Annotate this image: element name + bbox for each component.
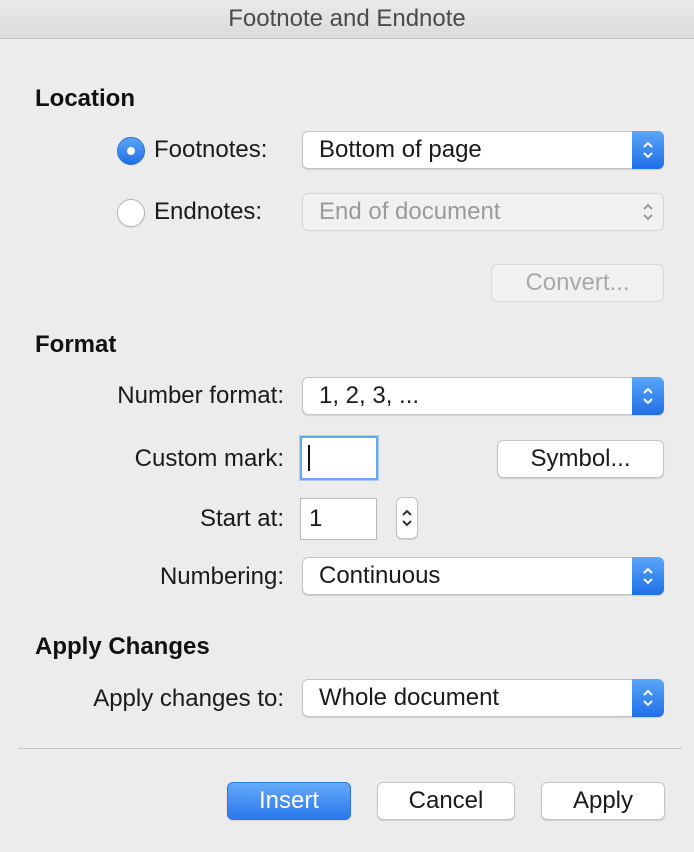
cancel-button[interactable]: Cancel: [377, 782, 515, 820]
start-at-label: Start at:: [199, 505, 284, 532]
custom-mark-field[interactable]: [300, 436, 378, 480]
start-at-stepper[interactable]: [396, 497, 418, 539]
number-format-label: Number format:: [117, 382, 284, 409]
numbering-label: Numbering:: [159, 563, 284, 590]
chevron-updown-icon: [632, 377, 664, 415]
convert-button[interactable]: Convert...: [491, 264, 664, 302]
endnotes-radio[interactable]: [117, 199, 145, 227]
footer-divider: [18, 748, 682, 749]
apply-button[interactable]: Apply: [541, 782, 665, 820]
insert-button[interactable]: Insert: [227, 782, 351, 820]
footnotes-location-value: Bottom of page: [319, 136, 482, 163]
chevron-updown-icon: [633, 194, 663, 230]
endnotes-location-value: End of document: [319, 198, 501, 225]
chevron-updown-icon: [632, 131, 664, 169]
chevron-updown-icon: [632, 679, 664, 717]
custom-mark-label: Custom mark:: [134, 445, 284, 472]
number-format-value: 1, 2, 3, ...: [319, 382, 420, 409]
endnotes-label: Endnotes:: [154, 198, 263, 225]
chevron-updown-icon: [632, 557, 664, 595]
numbering-popup[interactable]: Continuous: [302, 557, 664, 595]
location-heading: Location: [35, 85, 135, 112]
text-caret: [308, 445, 310, 471]
numbering-value: Continuous: [319, 562, 441, 589]
footnotes-location-popup[interactable]: Bottom of page: [302, 131, 664, 169]
footnotes-label: Footnotes:: [154, 136, 268, 163]
apply-changes-to-value: Whole document: [319, 684, 500, 711]
format-heading: Format: [35, 331, 117, 358]
window-title: Footnote and Endnote: [0, 0, 694, 39]
start-at-field[interactable]: 1: [300, 498, 377, 540]
footnotes-radio[interactable]: [117, 137, 145, 165]
chevron-updown-icon: [402, 509, 412, 527]
number-format-popup[interactable]: 1, 2, 3, ...: [302, 377, 664, 415]
apply-changes-heading: Apply Changes: [35, 633, 210, 660]
endnotes-location-popup[interactable]: End of document: [302, 193, 664, 231]
symbol-button[interactable]: Symbol...: [497, 440, 664, 478]
apply-changes-to-popup[interactable]: Whole document: [302, 679, 664, 717]
apply-changes-to-label: Apply changes to:: [93, 685, 284, 712]
